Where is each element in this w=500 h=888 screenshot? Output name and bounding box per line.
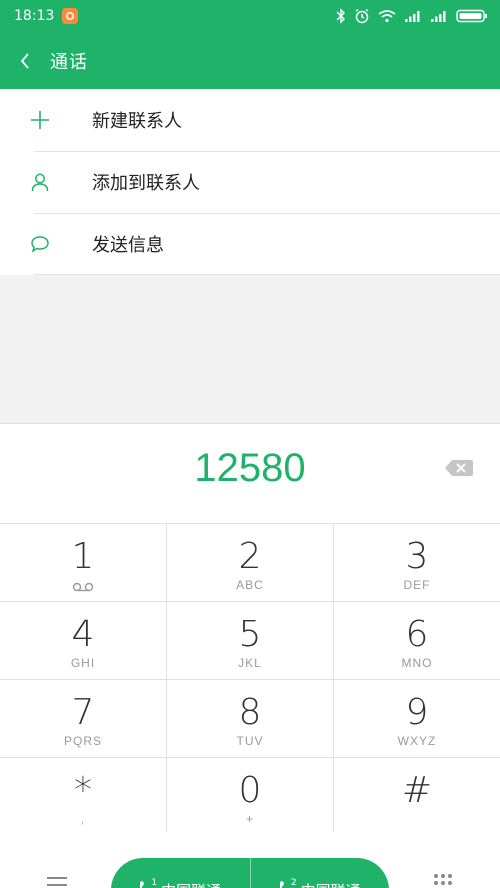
voicemail-icon <box>72 580 94 594</box>
key-letters: ABC <box>236 578 264 592</box>
menu-icon <box>47 877 67 886</box>
backspace-icon <box>445 460 473 476</box>
sim2-number: 2 <box>290 878 297 888</box>
key-digit: 6 <box>405 614 429 655</box>
signal-icon <box>430 9 448 23</box>
message-icon <box>30 234 64 254</box>
number-display-row: 12580 <box>0 424 500 524</box>
key-9[interactable]: 9 WXYZ <box>334 680 500 757</box>
key-digit: 5 <box>238 614 262 655</box>
key-5[interactable]: 5 JKL <box>167 602 334 679</box>
key-digit: 8 <box>238 692 262 733</box>
key-letters: GHI <box>70 656 96 670</box>
key-digit: 7 <box>71 692 95 733</box>
battery-icon <box>456 9 488 23</box>
key-star[interactable]: * , <box>0 758 167 835</box>
key-0[interactable]: 0 + <box>167 758 334 835</box>
call-sim1-button[interactable]: 1 中国联通 <box>111 858 250 888</box>
keypad-toggle-button[interactable] <box>432 872 454 888</box>
bottom-bar: 1 中国联通 2 中国联通 <box>0 832 500 888</box>
call-buttons: 1 中国联通 2 中国联通 <box>111 858 389 888</box>
key-letters: , <box>80 812 86 826</box>
dialpad-grid-icon <box>434 874 452 885</box>
new-contact-item[interactable]: 新建联系人 <box>0 89 500 151</box>
call-sim2-button[interactable]: 2 中国联通 <box>251 858 390 888</box>
key-8[interactable]: 8 TUV <box>167 680 334 757</box>
key-digit: # <box>401 770 433 811</box>
new-contact-label: 新建联系人 <box>92 111 182 132</box>
wifi-icon <box>378 9 396 23</box>
key-digit: 9 <box>405 692 429 733</box>
add-to-contacts-item[interactable]: 添加到联系人 <box>0 151 500 213</box>
page-title: 通话 <box>50 51 88 73</box>
header-bar: 通话 <box>0 32 500 89</box>
phone-icon <box>140 881 145 888</box>
key-2[interactable]: 2 ABC <box>167 524 334 601</box>
key-letters: DEF <box>403 578 431 592</box>
dial-panel: 12580 1 2 ABC 3 DEF 4 GHI 5 JKL 6 MNO 7 … <box>0 423 500 888</box>
back-button[interactable] <box>0 32 50 89</box>
status-bar: 18:13 <box>0 0 500 32</box>
key-letters: + <box>245 812 254 826</box>
key-letters: MNO <box>401 656 433 670</box>
key-letters: TUV <box>236 734 264 748</box>
bluetooth-icon <box>336 8 346 24</box>
options-list: 新建联系人 添加到联系人 发送信息 <box>0 89 500 275</box>
keypad: 1 2 ABC 3 DEF 4 GHI 5 JKL 6 MNO 7 PQRS 8… <box>0 524 500 836</box>
status-time: 18:13 <box>14 8 55 24</box>
key-hash[interactable]: # <box>334 758 500 835</box>
key-digit: 1 <box>71 536 95 577</box>
sim1-carrier: 中国联通 <box>161 880 221 888</box>
person-icon <box>30 172 64 192</box>
key-4[interactable]: 4 GHI <box>0 602 167 679</box>
key-digit: * <box>74 770 92 811</box>
key-3[interactable]: 3 DEF <box>334 524 500 601</box>
sim1-number: 1 <box>151 878 158 888</box>
key-digit: 3 <box>405 536 429 577</box>
key-digit: 4 <box>71 614 95 655</box>
app-notification-icon <box>62 8 79 24</box>
key-7[interactable]: 7 PQRS <box>0 680 167 757</box>
dialer-screen: 18:13 通话 新建联系人 添加到联系人 发送信息 12580 1 2 ABC… <box>0 0 500 888</box>
alarm-icon <box>354 8 370 24</box>
key-digit: 2 <box>238 536 262 577</box>
add-to-contacts-label: 添加到联系人 <box>92 173 200 194</box>
key-letters: JKL <box>238 656 262 670</box>
sim2-carrier: 中国联通 <box>301 880 361 888</box>
chevron-left-icon <box>20 52 29 69</box>
signal-icon <box>404 9 422 23</box>
key-6[interactable]: 6 MNO <box>334 602 500 679</box>
send-message-label: 发送信息 <box>92 235 164 256</box>
key-1[interactable]: 1 <box>0 524 167 601</box>
key-letters: WXYZ <box>397 734 437 748</box>
send-message-item[interactable]: 发送信息 <box>0 213 500 275</box>
key-letters: PQRS <box>63 734 102 748</box>
menu-button[interactable] <box>44 874 70 888</box>
delete-button[interactable] <box>444 458 474 478</box>
key-digit: 0 <box>238 770 262 811</box>
plus-icon <box>30 110 64 130</box>
dialed-number[interactable]: 12580 <box>0 446 500 491</box>
phone-icon <box>279 881 284 888</box>
